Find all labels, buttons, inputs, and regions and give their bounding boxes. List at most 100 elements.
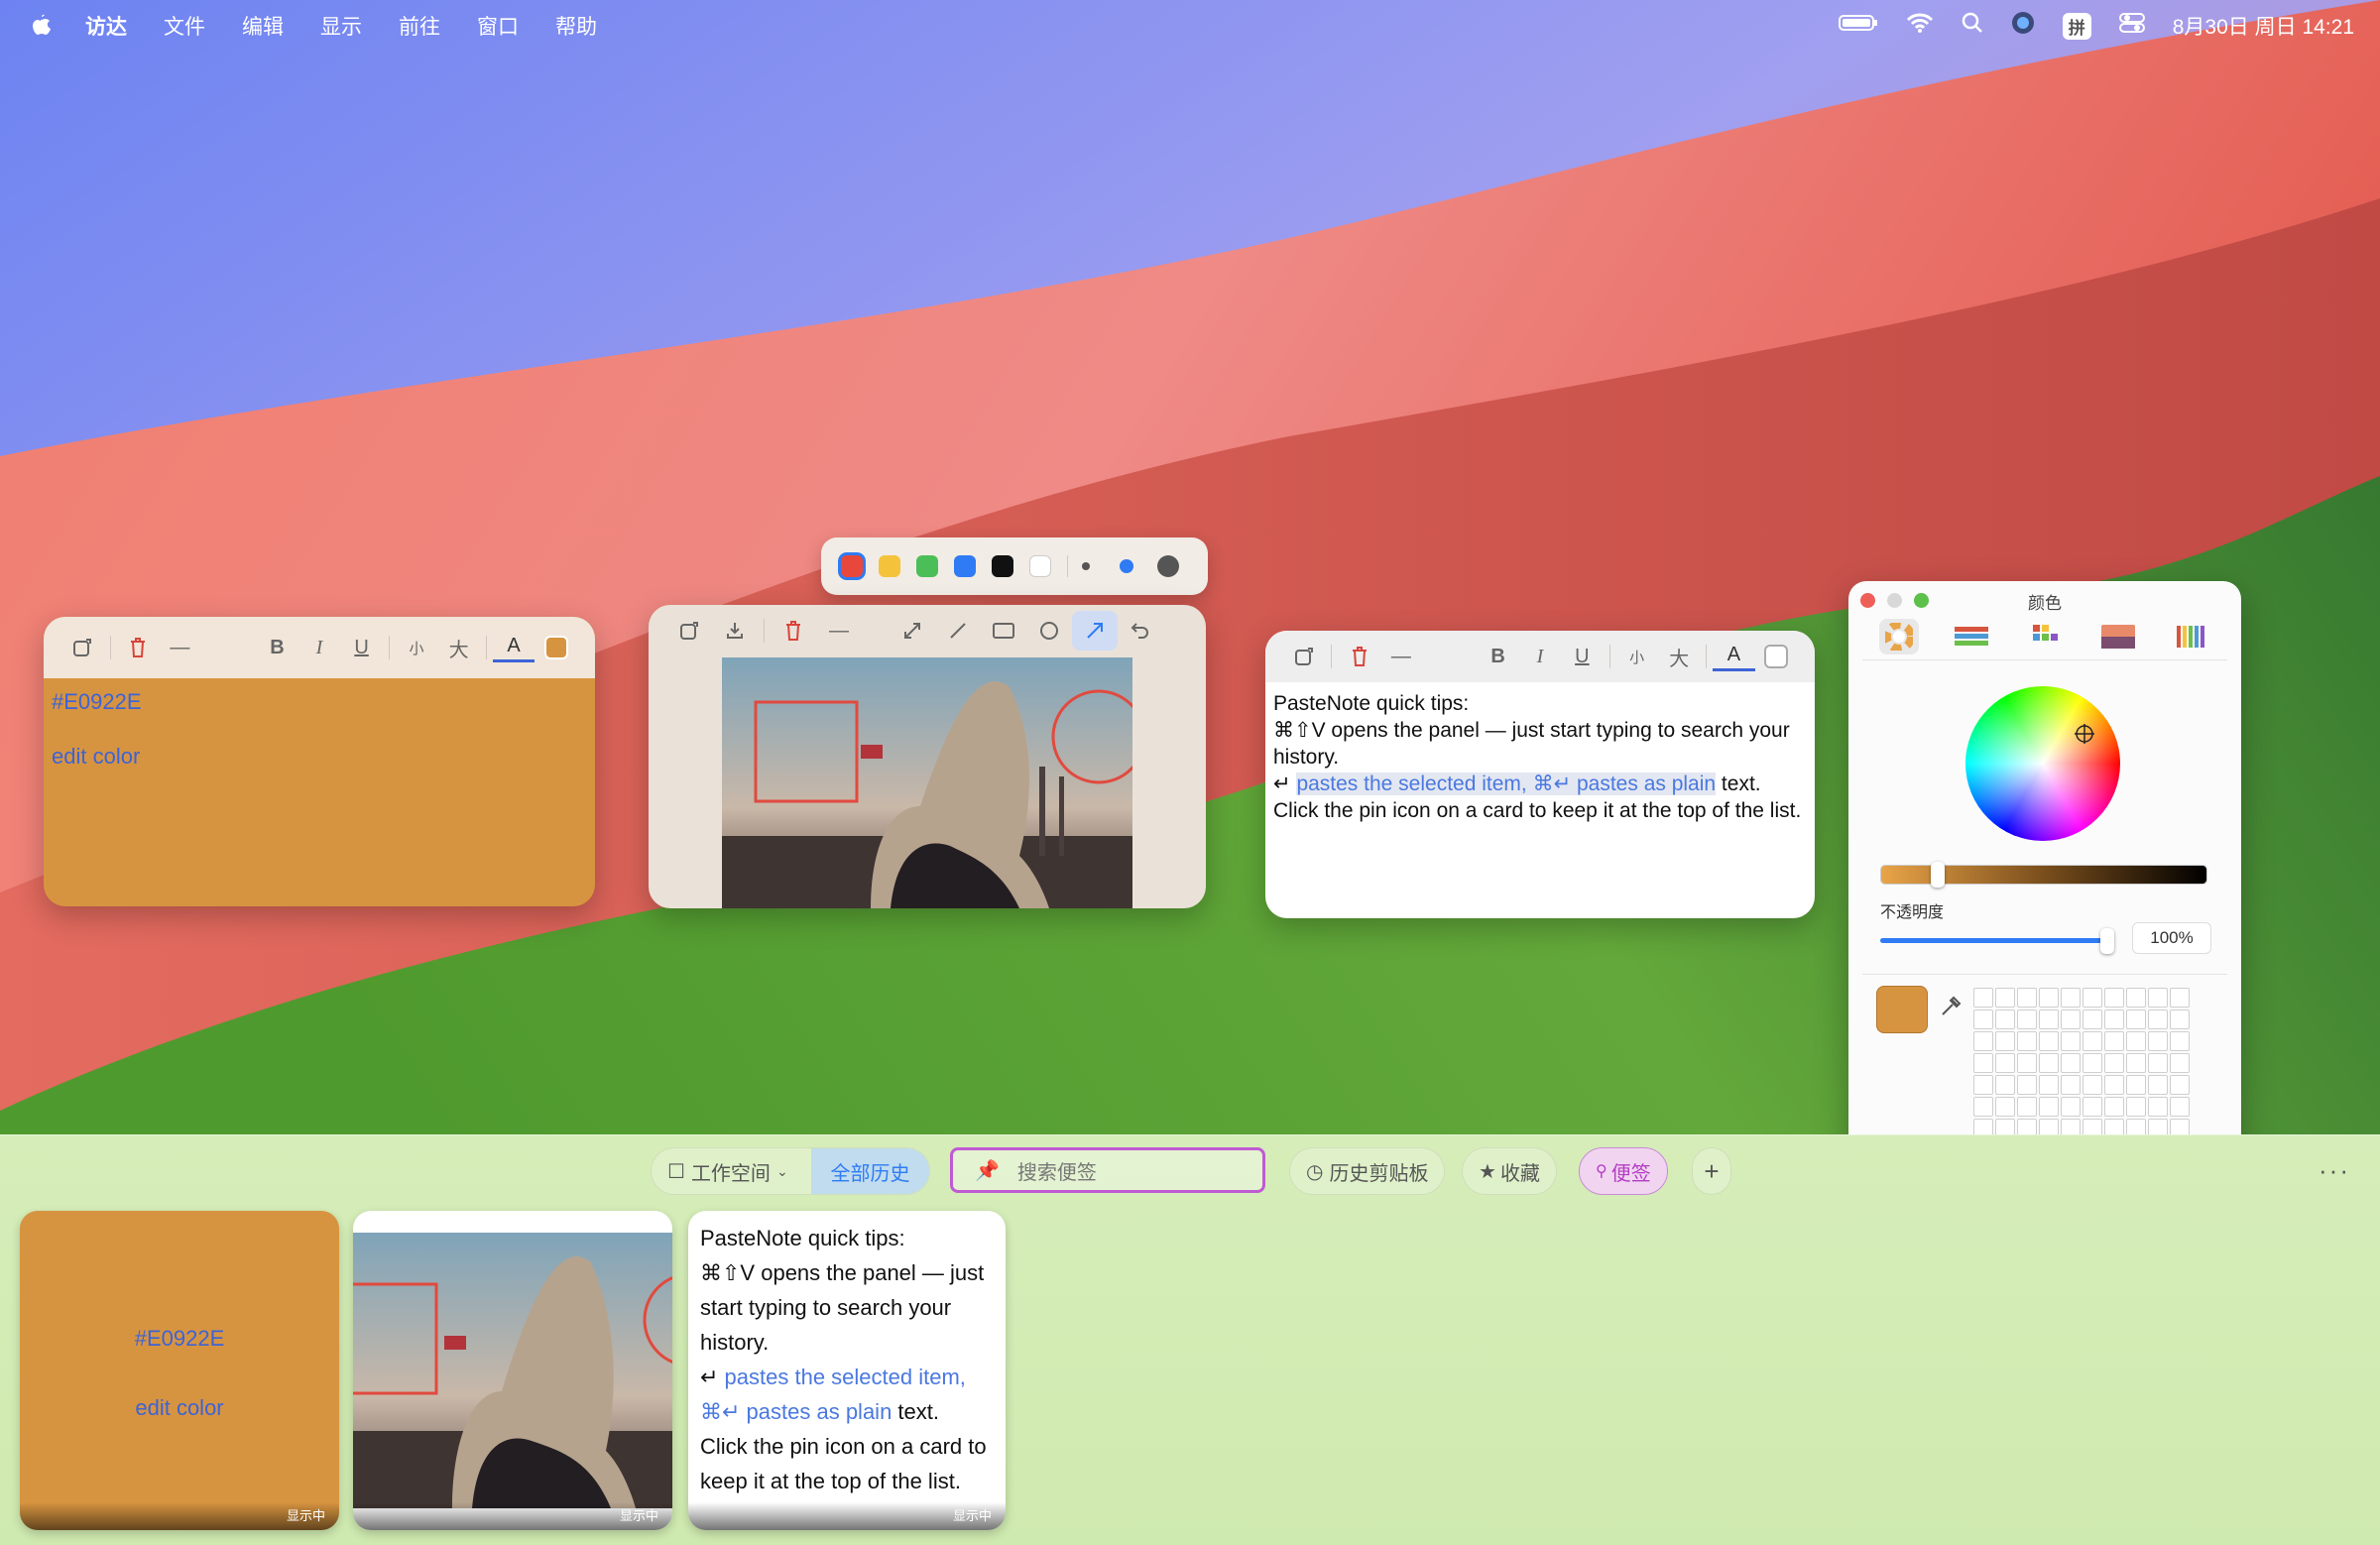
bold-button[interactable]: B <box>1477 637 1518 676</box>
menu-edit[interactable]: 编辑 <box>242 11 284 41</box>
menu-go[interactable]: 前往 <box>399 11 440 41</box>
minimize-icon[interactable]: — <box>159 628 201 667</box>
opacity-slider-thumb[interactable] <box>2100 928 2114 954</box>
favorites-tab[interactable]: ★ 收藏 <box>1462 1147 1557 1195</box>
empty-swatch-slot[interactable] <box>2148 1097 2168 1117</box>
control-center-icon[interactable] <box>2118 12 2145 40</box>
empty-swatch-slot[interactable] <box>2061 1031 2081 1051</box>
empty-swatch-slot[interactable] <box>2148 1010 2168 1029</box>
menu-help[interactable]: 帮助 <box>555 11 597 41</box>
font-larger-button[interactable]: 大 <box>1658 637 1700 676</box>
empty-swatch-slot[interactable] <box>1973 1053 1993 1073</box>
empty-swatch-slot[interactable] <box>2082 1075 2102 1095</box>
palette-green-swatch[interactable] <box>916 555 938 577</box>
brightness-slider-thumb[interactable] <box>1931 862 1945 888</box>
color-wheel[interactable] <box>1965 686 2120 841</box>
empty-swatch-slot[interactable] <box>2170 1097 2190 1117</box>
empty-swatch-slot[interactable] <box>2104 1031 2124 1051</box>
menubar-clock[interactable]: 8月30日 周日 14:21 <box>2173 11 2354 41</box>
save-image-icon[interactable] <box>712 611 758 651</box>
empty-swatch-slot[interactable] <box>2104 1097 2124 1117</box>
empty-swatch-slot[interactable] <box>1995 988 2015 1008</box>
empty-swatch-slot[interactable] <box>2126 1053 2146 1073</box>
empty-swatch-slot[interactable] <box>2170 1031 2190 1051</box>
underline-button[interactable]: U <box>340 628 383 667</box>
menu-view[interactable]: 显示 <box>320 11 362 41</box>
current-color-swatch[interactable] <box>1876 986 1928 1033</box>
empty-swatch-slot[interactable] <box>1973 1097 1993 1117</box>
empty-swatch-slot[interactable] <box>2061 988 2081 1008</box>
new-note-icon[interactable] <box>1283 637 1325 676</box>
empty-swatch-slot[interactable] <box>2104 1053 2124 1073</box>
empty-swatch-slot[interactable] <box>2039 988 2059 1008</box>
empty-swatch-slot[interactable] <box>2039 1075 2059 1095</box>
font-smaller-button[interactable]: 小 <box>396 628 438 667</box>
color-sliders-tab-icon[interactable] <box>1952 619 1991 654</box>
notes-tab[interactable]: ⚲ 便签 <box>1579 1147 1668 1195</box>
stroke-medium-dot[interactable] <box>1120 559 1133 573</box>
note-color-button[interactable] <box>1755 637 1797 676</box>
empty-swatch-slot[interactable] <box>2126 1075 2146 1095</box>
add-button[interactable]: + <box>1692 1147 1731 1195</box>
brightness-slider[interactable] <box>1880 862 2207 888</box>
palette-white-swatch[interactable] <box>1029 555 1051 577</box>
note-text-edit-color[interactable]: edit color <box>52 743 587 771</box>
stroke-large-dot[interactable] <box>1157 555 1179 577</box>
palette-black-swatch[interactable] <box>992 555 1013 577</box>
color-palettes-tab-icon[interactable] <box>2025 619 2065 654</box>
annotated-photo[interactable] <box>722 657 1132 908</box>
menu-window[interactable]: 窗口 <box>477 11 519 41</box>
empty-swatch-slot[interactable] <box>1995 1097 2015 1117</box>
siri-icon[interactable] <box>2011 11 2035 41</box>
more-options-icon[interactable]: ··· <box>2319 1155 2350 1186</box>
palette-blue-swatch[interactable] <box>954 555 976 577</box>
font-larger-button[interactable]: 大 <box>437 628 480 667</box>
empty-swatch-slot[interactable] <box>2082 1010 2102 1029</box>
empty-swatch-slot[interactable] <box>2017 1053 2037 1073</box>
empty-swatch-slot[interactable] <box>1973 1075 1993 1095</box>
empty-swatch-slot[interactable] <box>1973 1031 1993 1051</box>
bold-button[interactable]: B <box>256 628 298 667</box>
new-note-icon[interactable] <box>61 628 104 667</box>
empty-swatch-slot[interactable] <box>2017 988 2037 1008</box>
trash-icon[interactable] <box>1338 637 1379 676</box>
empty-swatch-slot[interactable] <box>1995 1053 2015 1073</box>
stroke-small-dot[interactable] <box>1082 562 1090 570</box>
empty-swatch-slot[interactable] <box>2104 988 2124 1008</box>
pen-tool-icon[interactable] <box>935 611 981 651</box>
empty-swatch-slot[interactable] <box>2061 1097 2081 1117</box>
empty-swatch-slot[interactable] <box>2148 1053 2168 1073</box>
empty-swatch-slot[interactable] <box>2017 1031 2037 1051</box>
italic-button[interactable]: I <box>298 628 341 667</box>
history-card-color-note[interactable]: #E0922E edit color 显示中 <box>20 1211 339 1530</box>
empty-swatch-slot[interactable] <box>2039 1053 2059 1073</box>
spotlight-search-icon[interactable] <box>1962 12 1983 40</box>
text-color-button[interactable]: A <box>492 633 536 662</box>
empty-swatch-slot[interactable] <box>2170 1010 2190 1029</box>
opacity-value-field[interactable]: 100% <box>2132 922 2211 954</box>
empty-swatch-slot[interactable] <box>2017 1097 2037 1117</box>
empty-swatch-slot[interactable] <box>2126 1097 2146 1117</box>
empty-swatch-slot[interactable] <box>2017 1010 2037 1029</box>
notes-search-input[interactable]: 📌 搜索便签 <box>950 1147 1265 1193</box>
note-text-color-code[interactable]: #E0922E <box>52 688 587 716</box>
empty-swatch-slot[interactable] <box>2104 1075 2124 1095</box>
empty-swatch-slot[interactable] <box>2126 1031 2146 1051</box>
expand-icon[interactable] <box>890 611 935 651</box>
pencils-tab-icon[interactable] <box>2171 619 2210 654</box>
empty-swatch-slot[interactable] <box>1973 1010 1993 1029</box>
menu-file[interactable]: 文件 <box>164 11 205 41</box>
circle-tool-icon[interactable] <box>1026 611 1072 651</box>
empty-swatch-slot[interactable] <box>2082 988 2102 1008</box>
image-palettes-tab-icon[interactable] <box>2098 619 2138 654</box>
empty-swatch-slot[interactable] <box>2082 1053 2102 1073</box>
empty-swatch-slot[interactable] <box>2148 1075 2168 1095</box>
underline-button[interactable]: U <box>1561 637 1603 676</box>
empty-swatch-slot[interactable] <box>2039 1010 2059 1029</box>
empty-swatch-slot[interactable] <box>2148 988 2168 1008</box>
opacity-slider[interactable] <box>1880 928 2114 954</box>
eyedropper-icon[interactable] <box>1940 996 1962 1022</box>
empty-swatch-slot[interactable] <box>2170 1075 2190 1095</box>
history-card-text-note[interactable]: PasteNote quick tips: ⌘⇧V opens the pane… <box>688 1211 1006 1530</box>
battery-icon[interactable] <box>1838 13 1878 39</box>
